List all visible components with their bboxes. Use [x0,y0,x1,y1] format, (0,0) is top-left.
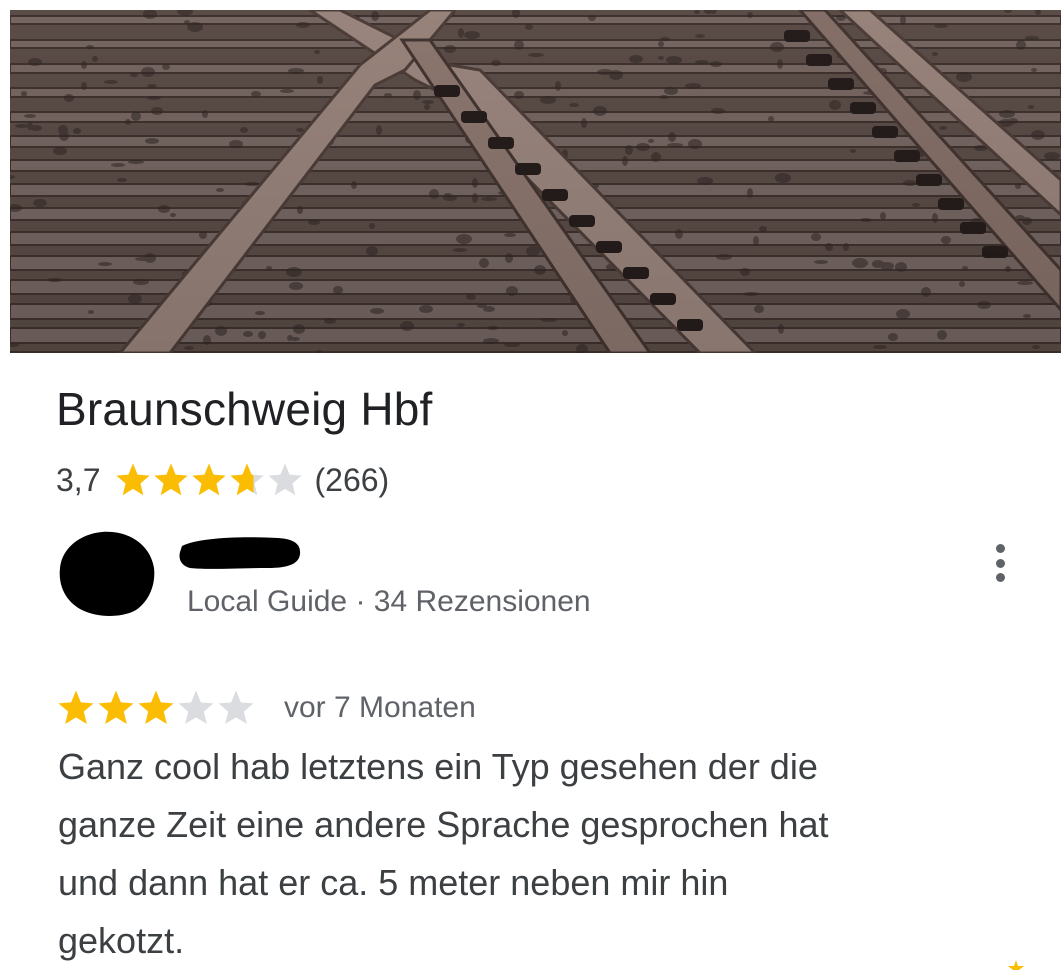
review-text-line: gekotzt. [58,920,185,961]
place-review-count[interactable]: (266) [314,462,389,499]
reviewer-avatar-redacted[interactable] [58,530,156,618]
more-options-button[interactable] [984,540,1016,586]
star-icon [230,463,265,496]
star-icon [192,463,227,496]
review-text-line: und dann hat er ca. 5 meter neben mir hi… [58,862,729,903]
star-icon [116,463,151,496]
place-rating-value: 3,7 [56,461,101,498]
place-title: Braunschweig Hbf [56,383,433,435]
review-rating-row: vor 7 Monaten [56,688,476,728]
railway-tracks-image [10,10,1061,353]
review-text-line: Ganz cool hab letztens ein Typ gesehen d… [58,746,818,787]
review-text[interactable]: Ganz cool hab letztens ein Typ gesehen d… [58,738,998,970]
star-icon [154,463,189,496]
star-icon [218,690,254,724]
reviewer-meta: Local Guide · 34 Rezensionen [187,585,591,618]
review-rating-stars [56,688,256,728]
hero-photo-railway-tracks[interactable] [10,10,1061,353]
star-icon [58,690,94,724]
more-vert-icon [995,544,1005,553]
star-icon [1008,960,1024,970]
review-text-line: ganze Zeit eine andere Sprache gesproche… [58,804,829,845]
review-date: vor 7 Monaten [284,691,476,724]
star-icon [178,690,214,724]
star-icon [138,690,174,724]
reviewer-name-redacted[interactable] [178,532,303,574]
star-icon [98,690,134,724]
star-icon [268,463,303,496]
place-rating-row[interactable]: 3,7 (266) [56,458,389,502]
place-rating-stars [114,461,304,499]
